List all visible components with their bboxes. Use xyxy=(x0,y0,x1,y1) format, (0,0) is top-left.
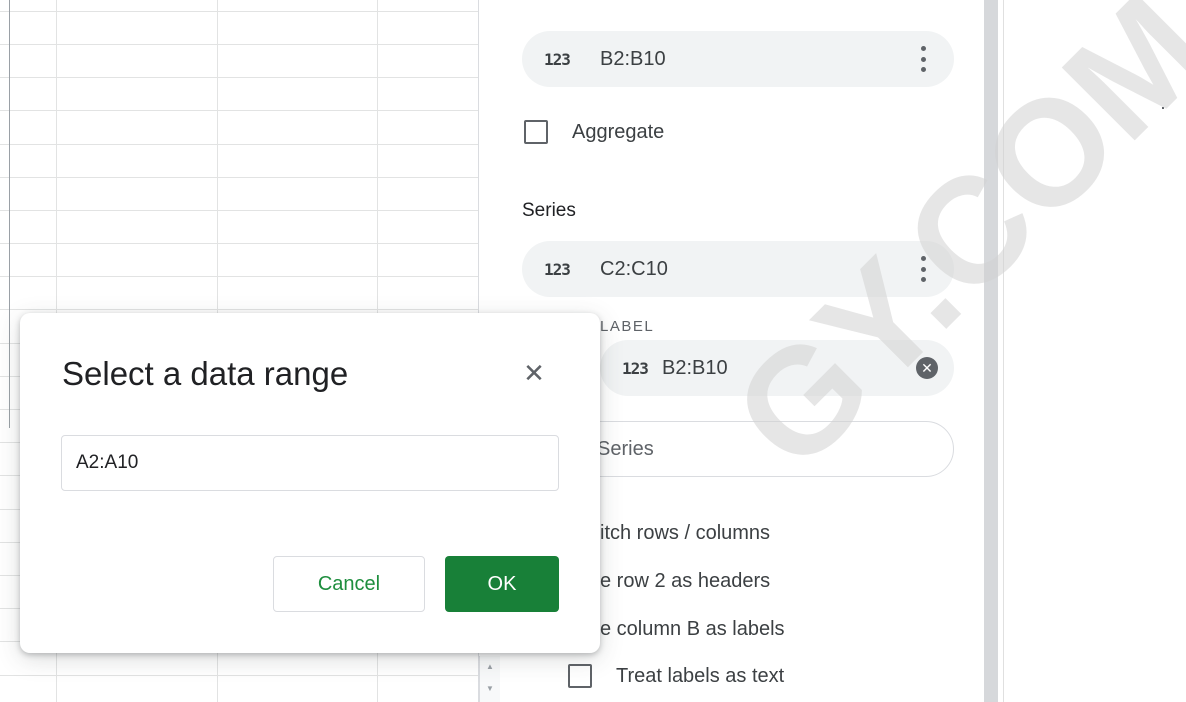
number-type-icon: 123 xyxy=(544,49,571,69)
ok-button[interactable]: OK xyxy=(445,556,559,612)
aggregate-label: Aggregate xyxy=(572,120,665,143)
cancel-button[interactable]: Cancel xyxy=(273,556,425,612)
aggregate-checkbox[interactable] xyxy=(524,120,548,144)
close-icon[interactable]: ✕ xyxy=(520,359,548,387)
data-range-input[interactable] xyxy=(61,435,559,491)
aggregate-option[interactable]: Aggregate xyxy=(524,120,664,144)
series-section-title: Series xyxy=(522,200,576,221)
number-type-icon: 123 xyxy=(622,358,649,378)
add-series-text: Series xyxy=(597,437,654,460)
clear-circle-icon[interactable]: ✕ xyxy=(916,357,938,379)
switch-rows-columns-label[interactable]: itch rows / columns xyxy=(600,522,770,545)
treat-labels-checkbox[interactable] xyxy=(568,664,592,688)
stray-dot xyxy=(1162,107,1164,109)
use-column-as-labels-label[interactable]: e column B as labels xyxy=(600,618,785,641)
panel-scrollbar[interactable] xyxy=(984,0,998,702)
select-data-range-dialog: Select a data range ✕ Cancel OK xyxy=(20,313,600,653)
panel-divider xyxy=(1003,0,1004,702)
label-caption: LABEL xyxy=(600,318,655,335)
series-range-chip[interactable]: 123 C2:C10 xyxy=(522,241,954,297)
sheet-vertical-scrollbar[interactable]: ▲ ▼ xyxy=(479,656,500,702)
add-series-field[interactable]: Series xyxy=(560,421,954,477)
screen: ▲ ▼ 123 B2:B10 Aggregate Series 123 C2:C… xyxy=(0,0,1186,702)
dialog-title: Select a data range xyxy=(62,355,349,392)
treat-labels-label: Treat labels as text xyxy=(616,664,785,687)
scroll-down-arrow-icon[interactable]: ▼ xyxy=(480,678,500,700)
label-range-chip[interactable]: 123 B2:B10 ✕ xyxy=(600,340,954,396)
more-options-icon[interactable] xyxy=(920,256,926,282)
x-axis-range-text: B2:B10 xyxy=(600,47,666,70)
label-range-text: B2:B10 xyxy=(662,356,728,379)
treat-labels-as-text-option[interactable]: Treat labels as text xyxy=(568,664,784,688)
more-options-icon[interactable] xyxy=(920,46,926,72)
use-row-as-headers-label[interactable]: e row 2 as headers xyxy=(600,570,770,593)
series-range-text: C2:C10 xyxy=(600,257,668,280)
x-axis-range-chip[interactable]: 123 B2:B10 xyxy=(522,31,954,87)
number-type-icon: 123 xyxy=(544,259,571,279)
scroll-up-arrow-icon[interactable]: ▲ xyxy=(480,656,500,678)
